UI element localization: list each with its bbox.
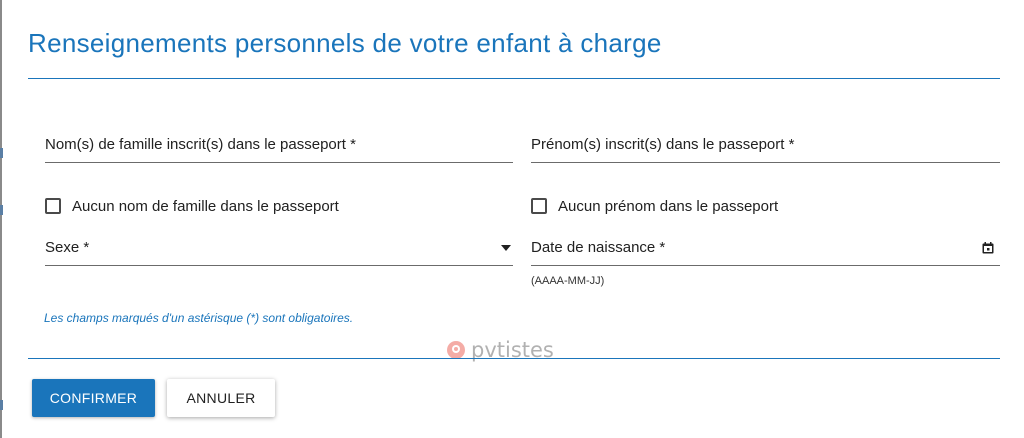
background-tick [0,205,3,215]
sex-select[interactable]: Sexe * [45,231,513,266]
required-fields-note: Les champs marqués d'un astérisque (*) s… [44,311,354,325]
cancel-button[interactable]: ANNULER [167,379,275,417]
given-names-input[interactable] [531,132,1000,160]
birth-date-field[interactable]: Date de naissance * [531,231,1000,266]
background-tick [0,148,3,158]
calendar-icon[interactable] [982,242,994,254]
pin-logo-icon [447,341,465,359]
dialog-title: Renseignements personnels de votre enfan… [28,28,662,58]
no-given-name-label: Aucun prénom dans le passeport [558,197,779,215]
child-info-dialog: Renseignements personnels de votre enfan… [28,0,1000,438]
window-edge [0,0,2,438]
background-tick [0,400,3,410]
no-given-name-checkbox[interactable] [531,198,547,214]
surname-field[interactable]: Nom(s) de famille inscrit(s) dans le pas… [45,128,513,163]
birth-date-label: Date de naissance * [531,239,666,256]
birth-date-format-hint: (AAAA-MM-JJ) [531,275,605,287]
chevron-down-icon[interactable] [501,245,511,251]
sex-label: Sexe * [45,239,90,256]
no-given-name-checkbox-row[interactable]: Aucun prénom dans le passeport [531,195,778,217]
title-divider [28,78,1000,79]
given-names-field[interactable]: Prénom(s) inscrit(s) dans le passeport * [531,128,1000,163]
no-surname-label: Aucun nom de famille dans le passeport [72,197,339,215]
confirm-button[interactable]: CONFIRMER [32,379,155,417]
no-surname-checkbox-row[interactable]: Aucun nom de famille dans le passeport [45,195,339,217]
surname-input[interactable] [45,132,513,160]
no-surname-checkbox[interactable] [45,198,61,214]
footer-divider [28,358,1000,359]
